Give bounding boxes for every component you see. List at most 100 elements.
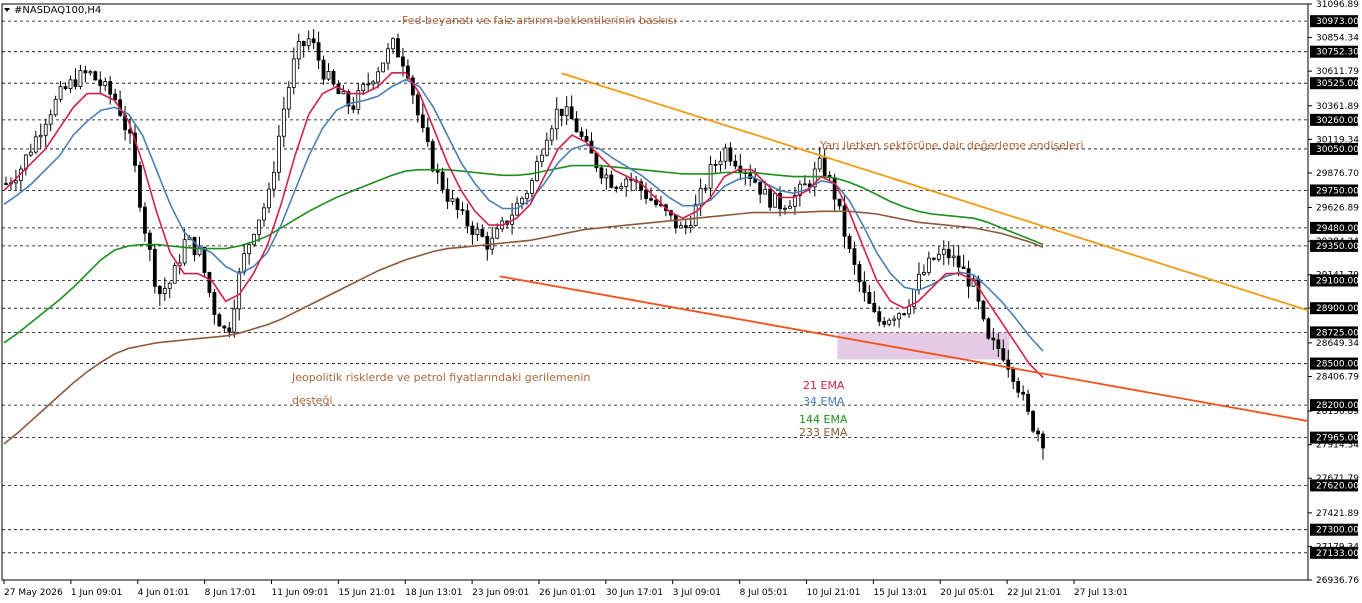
candle-body xyxy=(435,170,440,173)
time-label: 27 May 2026 xyxy=(4,588,63,598)
price-label: 28649.34 xyxy=(1316,339,1359,349)
candle-body xyxy=(262,207,266,221)
candle-body xyxy=(157,285,162,294)
candle-body xyxy=(713,164,718,166)
candle-body xyxy=(88,71,93,74)
time-label: 15 Jun 21:01 xyxy=(338,588,395,598)
candle-body xyxy=(1041,433,1045,449)
candle-body xyxy=(544,139,549,156)
candle-body xyxy=(147,232,152,250)
level-tag-label: 29100.00 xyxy=(1316,276,1359,286)
candle-body xyxy=(316,42,321,61)
candle-body xyxy=(475,228,480,235)
price-chart[interactable]: 31096.8930854.3430611.7930361.8930119.34… xyxy=(0,0,1362,603)
candle-body xyxy=(33,136,38,153)
annotation-geo-line1: Jeopolitik risklerde ve petrol fiyatları… xyxy=(291,371,590,384)
candle-body xyxy=(401,56,405,67)
candle-body xyxy=(43,123,48,136)
candle-body xyxy=(802,183,807,186)
chart-frame xyxy=(1,3,1309,581)
candle-body xyxy=(396,38,400,58)
candle-body xyxy=(281,108,286,137)
candle-body xyxy=(768,188,773,208)
candle-body xyxy=(48,114,53,125)
candle-body xyxy=(182,239,187,264)
candle-body xyxy=(654,199,658,205)
candle-body xyxy=(63,86,68,89)
level-tag-label: 27133.00 xyxy=(1316,549,1359,559)
time-label: 1 Jun 09:01 xyxy=(71,588,122,598)
candle-body xyxy=(1021,391,1026,395)
legend-ema144: 144 EMA xyxy=(799,413,848,426)
candle-body xyxy=(381,62,385,73)
candle-body xyxy=(907,305,911,315)
candle-body xyxy=(822,157,827,176)
candle-body xyxy=(723,147,728,162)
level-tag-label: 27965.00 xyxy=(1316,434,1359,444)
candle-body xyxy=(708,164,713,189)
candle-body xyxy=(351,105,356,110)
candle-body xyxy=(391,38,395,50)
time-label: 10 Jul 21:01 xyxy=(807,588,861,598)
price-axis: 31096.8930854.3430611.7930361.8930119.34… xyxy=(1308,0,1359,586)
candle-body xyxy=(138,164,142,208)
candle-body xyxy=(222,325,227,329)
price-label: 28406.79 xyxy=(1316,372,1359,382)
candle-body xyxy=(366,83,371,86)
candle-body xyxy=(93,71,98,81)
price-label: 29626.89 xyxy=(1316,204,1359,214)
candle-body xyxy=(733,160,738,167)
level-tag-label: 30525.00 xyxy=(1316,79,1359,89)
candle-body xyxy=(376,71,381,83)
candle-body xyxy=(703,187,708,190)
price-label: 30361.89 xyxy=(1316,102,1359,112)
candle-body xyxy=(455,198,460,211)
time-label: 8 Jun 17:01 xyxy=(205,588,256,598)
time-label: 15 Jul 13:01 xyxy=(873,588,927,598)
candle-body xyxy=(996,339,1001,349)
level-tag-label: 30973.00 xyxy=(1316,17,1359,27)
price-label: 29876.70 xyxy=(1316,169,1359,179)
candle-body xyxy=(609,174,614,188)
candle-body xyxy=(371,81,376,85)
candle-body xyxy=(217,314,222,327)
candle-body xyxy=(306,38,311,47)
level-tag-label: 30260.00 xyxy=(1316,116,1359,126)
candle-body xyxy=(530,180,534,194)
time-label: 30 Jun 17:01 xyxy=(606,588,663,598)
candle-body xyxy=(599,167,604,179)
candle-body xyxy=(1036,430,1040,435)
annotation-fed: Fed beyanatı ve faiz artırım beklentiler… xyxy=(402,14,677,27)
candle-body xyxy=(98,79,103,86)
candle-body xyxy=(1026,393,1031,412)
candle-body xyxy=(465,210,470,227)
level-tag-label: 27620.00 xyxy=(1316,481,1359,491)
candle-body xyxy=(73,79,78,87)
candle-body xyxy=(445,189,450,202)
candle-body xyxy=(579,131,584,137)
candle-body xyxy=(28,151,33,156)
candle-body xyxy=(678,225,683,229)
level-tag-label: 28900.00 xyxy=(1316,304,1359,314)
candle-body xyxy=(237,271,242,310)
candle-body xyxy=(842,205,847,237)
candle-body xyxy=(1031,410,1035,432)
candle-body xyxy=(728,147,733,162)
candle-body xyxy=(386,48,390,64)
candle-body xyxy=(83,70,88,74)
candle-body xyxy=(1011,368,1016,382)
candle-body xyxy=(296,41,301,60)
candle-body xyxy=(525,192,529,199)
candle-body xyxy=(152,248,157,287)
level-tag-label: 29350.00 xyxy=(1316,242,1359,252)
candle-body xyxy=(564,106,569,116)
time-label: 27 Jul 13:01 xyxy=(1074,588,1128,598)
price-label: 30611.79 xyxy=(1316,67,1359,77)
candle-body xyxy=(961,266,966,269)
candle-body xyxy=(758,181,763,195)
candle-body xyxy=(321,59,326,80)
candle-body xyxy=(460,209,465,212)
candle-body xyxy=(331,71,336,85)
candle-body xyxy=(619,186,624,189)
candle-body xyxy=(520,197,524,204)
